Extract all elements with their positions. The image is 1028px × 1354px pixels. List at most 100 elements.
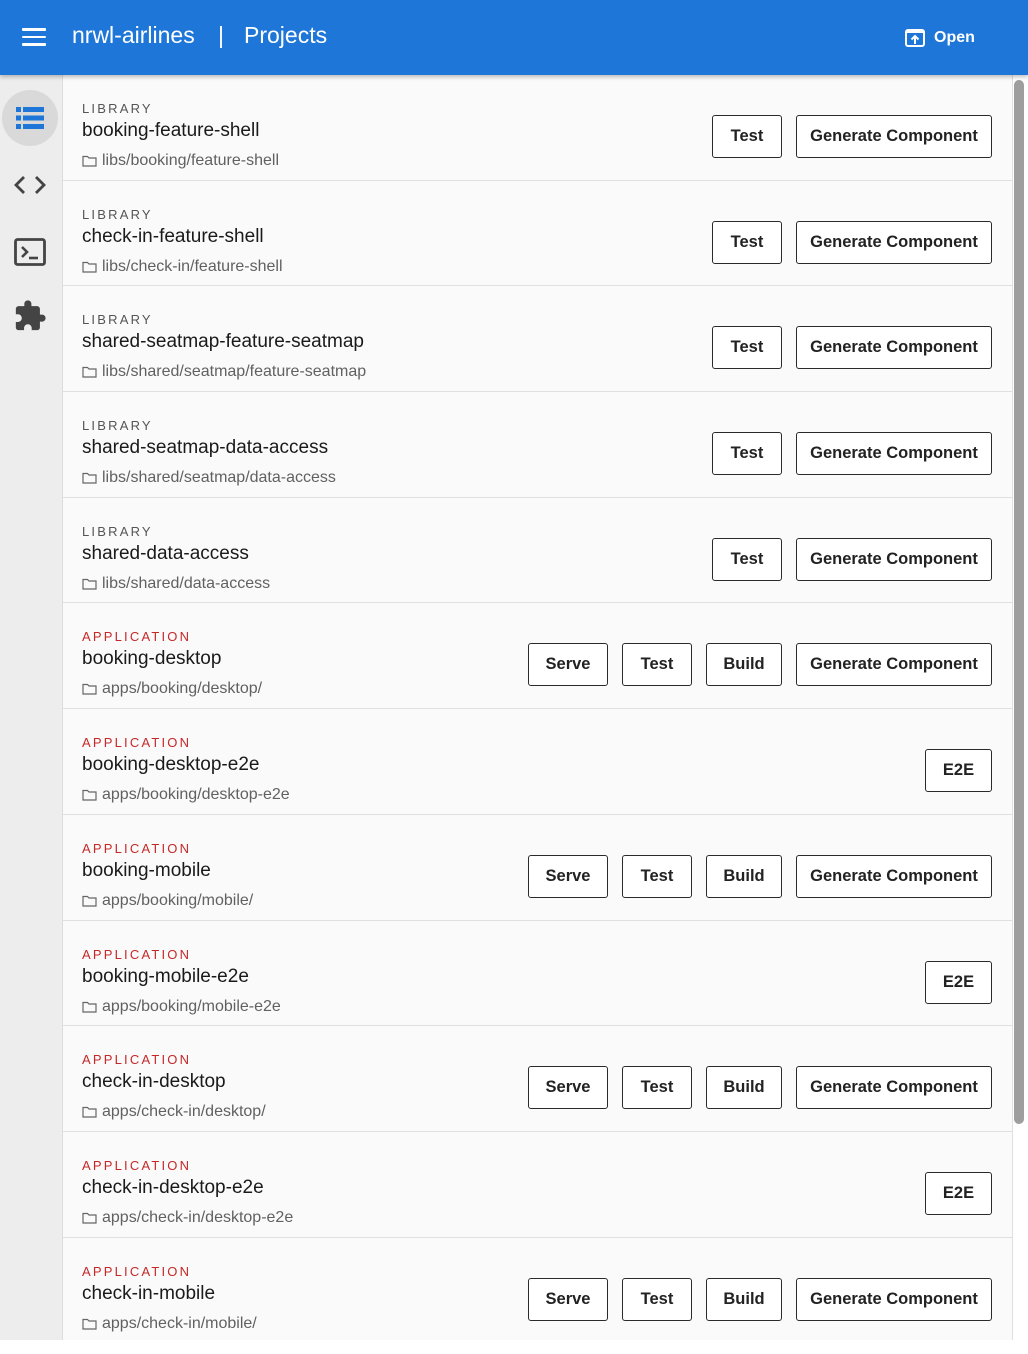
top-toolbar: nrwl-airlines | Projects Open (0, 0, 1028, 75)
test-button[interactable]: Test (712, 537, 782, 581)
scrollbar[interactable] (1014, 80, 1024, 1124)
project-name: check-in-desktop (82, 1071, 226, 1093)
project-row: LIBRARY shared-data-access libs/shared/dat… (63, 498, 1012, 604)
test-button[interactable]: Test (712, 432, 782, 476)
hamburger-menu-icon[interactable] (22, 28, 46, 48)
project-path: apps/booking/mobile/ (82, 892, 253, 910)
project-path-text: apps/booking/mobile-e2e (102, 997, 281, 1015)
project-actions: Test Generate Component (712, 432, 992, 476)
project-name: shared-seatmap-feature-seatmap (82, 331, 364, 353)
page-title: Projects (244, 22, 328, 48)
project-kind-label: LIBRARY (82, 418, 153, 434)
project-row: LIBRARY shared-seatmap-feature-seatmap lib… (63, 286, 1012, 393)
project-path-text: libs/booking/feature-shell (102, 152, 279, 169)
project-path-text: apps/booking/desktop-e2e (102, 786, 290, 804)
terminal-icon (14, 238, 46, 266)
project-path: apps/booking/desktop/ (82, 680, 262, 698)
project-row: LIBRARY check-in-feature-shell libs/check-… (63, 181, 1012, 287)
project-row: APPLICATION check-in-mobile apps/check-in/… (63, 1238, 1012, 1340)
project-path-text: apps/check-in/desktop/ (102, 1103, 266, 1121)
folder-icon (82, 367, 97, 378)
test-button[interactable]: Test (712, 326, 782, 370)
project-row: APPLICATION booking-desktop apps/booking/d… (63, 603, 1012, 710)
serve-button[interactable]: Serve (528, 643, 608, 687)
project-path-text: libs/check-in/feature-shell (102, 257, 283, 275)
project-path-text: apps/booking/mobile/ (102, 891, 254, 909)
build-button[interactable]: Build (706, 1066, 782, 1110)
test-button[interactable]: Test (622, 1277, 692, 1321)
open-in-new-icon (905, 29, 925, 47)
open-button-label: Open (934, 29, 975, 46)
project-actions: Serve Test Build Generate Component (528, 854, 992, 898)
project-kind-label: APPLICATION (82, 1263, 192, 1279)
build-button[interactable]: Build (706, 643, 782, 687)
project-path: libs/shared/data-access (82, 575, 270, 593)
test-button[interactable]: Test (622, 643, 692, 687)
e2e-button[interactable]: E2E (925, 960, 992, 1004)
generate-component-button[interactable]: Generate Component (796, 1277, 992, 1321)
project-path-text: apps/check-in/mobile/ (102, 1314, 257, 1332)
project-name: check-in-feature-shell (82, 225, 264, 247)
folder-icon (82, 1001, 97, 1013)
project-name: booking-desktop-e2e (82, 754, 260, 776)
generate-component-button[interactable]: Generate Component (796, 326, 992, 370)
folder-icon (82, 155, 97, 167)
project-kind-label: LIBRARY (82, 206, 153, 222)
serve-button[interactable]: Serve (528, 1277, 608, 1321)
test-button[interactable]: Test (622, 1066, 692, 1110)
e2e-button[interactable]: E2E (925, 749, 992, 793)
project-name: booking-mobile-e2e (82, 965, 249, 987)
serve-button[interactable]: Serve (528, 1066, 608, 1110)
folder-icon (82, 1107, 97, 1118)
nav-tasks[interactable] (2, 224, 58, 280)
folder-icon (82, 261, 97, 273)
nav-projects[interactable] (2, 90, 58, 146)
test-button[interactable]: Test (712, 220, 782, 264)
generate-component-button[interactable]: Generate Component (796, 537, 992, 581)
generate-component-button[interactable]: Generate Component (796, 115, 992, 158)
generate-component-button[interactable]: Generate Component (796, 643, 992, 687)
generate-component-button[interactable]: Generate Component (796, 432, 992, 476)
project-kind-label: APPLICATION (82, 1157, 192, 1173)
project-row: APPLICATION check-in-desktop-e2e apps/chec… (63, 1132, 1012, 1238)
project-name: shared-data-access (82, 542, 249, 564)
project-name: booking-desktop (82, 648, 222, 670)
project-name: shared-seatmap-data-access (82, 437, 329, 459)
generate-component-button[interactable]: Generate Component (796, 1066, 992, 1110)
nav-generate[interactable] (2, 157, 58, 213)
project-kind-label: LIBRARY (82, 312, 153, 328)
project-path-text: apps/check-in/desktop-e2e (102, 1208, 294, 1226)
project-path: apps/check-in/desktop-e2e (82, 1209, 293, 1227)
project-actions: Serve Test Build Generate Component (528, 1277, 992, 1321)
folder-icon (82, 1212, 97, 1224)
generate-component-button[interactable]: Generate Component (796, 220, 992, 264)
app-name: nrwl-airlines (72, 22, 195, 48)
test-button[interactable]: Test (712, 115, 782, 158)
build-button[interactable]: Build (706, 854, 782, 898)
open-button[interactable]: Open (904, 25, 975, 51)
generate-component-button[interactable]: Generate Component (796, 854, 992, 898)
project-kind-label: APPLICATION (82, 735, 192, 751)
serve-button[interactable]: Serve (528, 854, 608, 898)
project-path-text: libs/shared/data-access (102, 574, 271, 592)
project-actions: E2E (925, 960, 992, 1004)
project-path: apps/check-in/mobile/ (82, 1315, 257, 1333)
extensions-puzzle-icon (15, 300, 46, 331)
project-kind-label: APPLICATION (82, 629, 192, 645)
project-kind-label: LIBRARY (82, 523, 153, 539)
e2e-button[interactable]: E2E (925, 1171, 992, 1215)
nav-extensions[interactable] (2, 288, 58, 344)
project-name: check-in-mobile (82, 1282, 216, 1304)
test-button[interactable]: Test (622, 854, 692, 898)
project-path-text: libs/shared/seatmap/data-access (102, 469, 336, 487)
project-actions: Test Generate Component (712, 537, 992, 581)
folder-icon (82, 790, 97, 801)
folder-icon (82, 895, 97, 907)
project-path: libs/booking/feature-shell (82, 152, 279, 170)
project-path: libs/shared/seatmap/data-access (82, 469, 336, 487)
build-button[interactable]: Build (706, 1277, 782, 1321)
project-row: LIBRARY shared-seatmap-data-access libs/sh… (63, 392, 1012, 498)
bottom-strip (0, 1340, 1028, 1354)
code-icon (14, 176, 46, 194)
project-row: LIBRARY booking-feature-shell libs/booking… (63, 75, 1012, 181)
